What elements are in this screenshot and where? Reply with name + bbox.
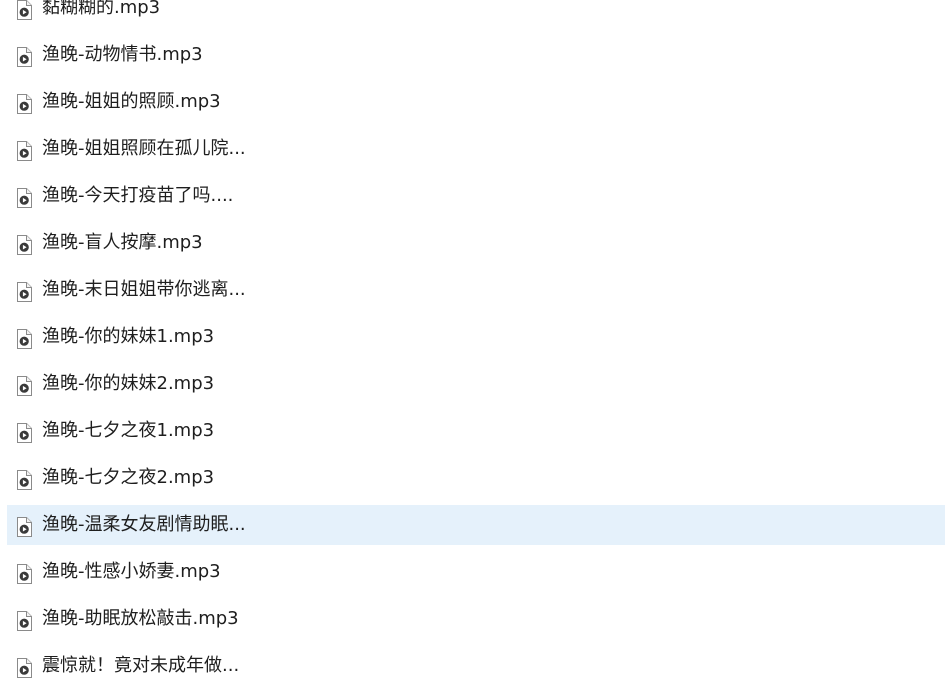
audio-file-icon [16,188,32,208]
file-name: 渔晚-助眠放松敲击.mp3 [42,608,239,629]
file-name: 渔晚-你的妹妹1.mp3 [42,326,215,347]
audio-file-icon [16,235,32,255]
file-list: 黏糊糊的.mp3 渔晚-动物情书.mp3 渔晚-姐姐的照顾.mp3 渔晚-姐姐照顾在孤… [0,0,945,693]
audio-file-icon [16,517,32,537]
audio-file-icon [16,564,32,584]
file-name: 渔晚-七夕之夜1.mp3 [42,420,215,441]
file-row[interactable]: 渔晚-你的妹妹1.mp3 [0,317,945,357]
audio-file-icon [16,658,32,678]
file-name: 渔晚-姐姐的照顾.mp3 [42,91,221,112]
audio-file-icon [16,47,32,67]
audio-file-icon [16,94,32,114]
file-row[interactable]: 渔晚-动物情书.mp3 [0,35,945,75]
file-name: 渔晚-末日姐姐带你逃离... [42,279,246,300]
file-row[interactable]: 渔晚-七夕之夜2.mp3 [0,458,945,498]
audio-file-icon [16,141,32,161]
file-row[interactable]: 黏糊糊的.mp3 [0,0,945,28]
file-row[interactable]: 渔晚-今天打疫苗了吗.... [0,176,945,216]
file-row[interactable]: 渔晚-姐姐的照顾.mp3 [0,82,945,122]
file-row[interactable]: 渔晚-盲人按摩.mp3 [0,223,945,263]
audio-file-icon [16,376,32,396]
file-row[interactable]: 渔晚-你的妹妹2.mp3 [0,364,945,404]
file-name: 渔晚-七夕之夜2.mp3 [42,467,215,488]
audio-file-icon [16,470,32,490]
file-name: 渔晚-性感小娇妻.mp3 [42,561,221,582]
file-row[interactable]: 渔晚-末日姐姐带你逃离... [0,270,945,310]
file-row[interactable]: 震惊就！竟对未成年做... [0,646,945,686]
file-name: 震惊就！竟对未成年做... [42,655,240,676]
audio-file-icon [16,329,32,349]
file-row[interactable]: 渔晚-姐姐照顾在孤儿院... [0,129,945,169]
audio-file-icon [16,282,32,302]
audio-file-icon [16,423,32,443]
file-row[interactable]: 渔晚-助眠放松敲击.mp3 [0,599,945,639]
file-name: 渔晚-动物情书.mp3 [42,44,203,65]
file-name: 渔晚-今天打疫苗了吗.... [42,185,234,206]
audio-file-icon [16,611,32,631]
file-row[interactable]: 渔晚-性感小娇妻.mp3 [0,552,945,592]
file-name: 渔晚-盲人按摩.mp3 [42,232,203,253]
file-name: 渔晚-你的妹妹2.mp3 [42,373,215,394]
file-row[interactable]: 渔晚-七夕之夜1.mp3 [0,411,945,451]
file-name: 渔晚-温柔女友剧情助眠... [42,514,246,535]
audio-file-icon [16,0,32,20]
file-name: 渔晚-姐姐照顾在孤儿院... [42,138,246,159]
file-name: 黏糊糊的.mp3 [42,0,161,18]
file-row[interactable]: 渔晚-温柔女友剧情助眠... [0,505,945,545]
